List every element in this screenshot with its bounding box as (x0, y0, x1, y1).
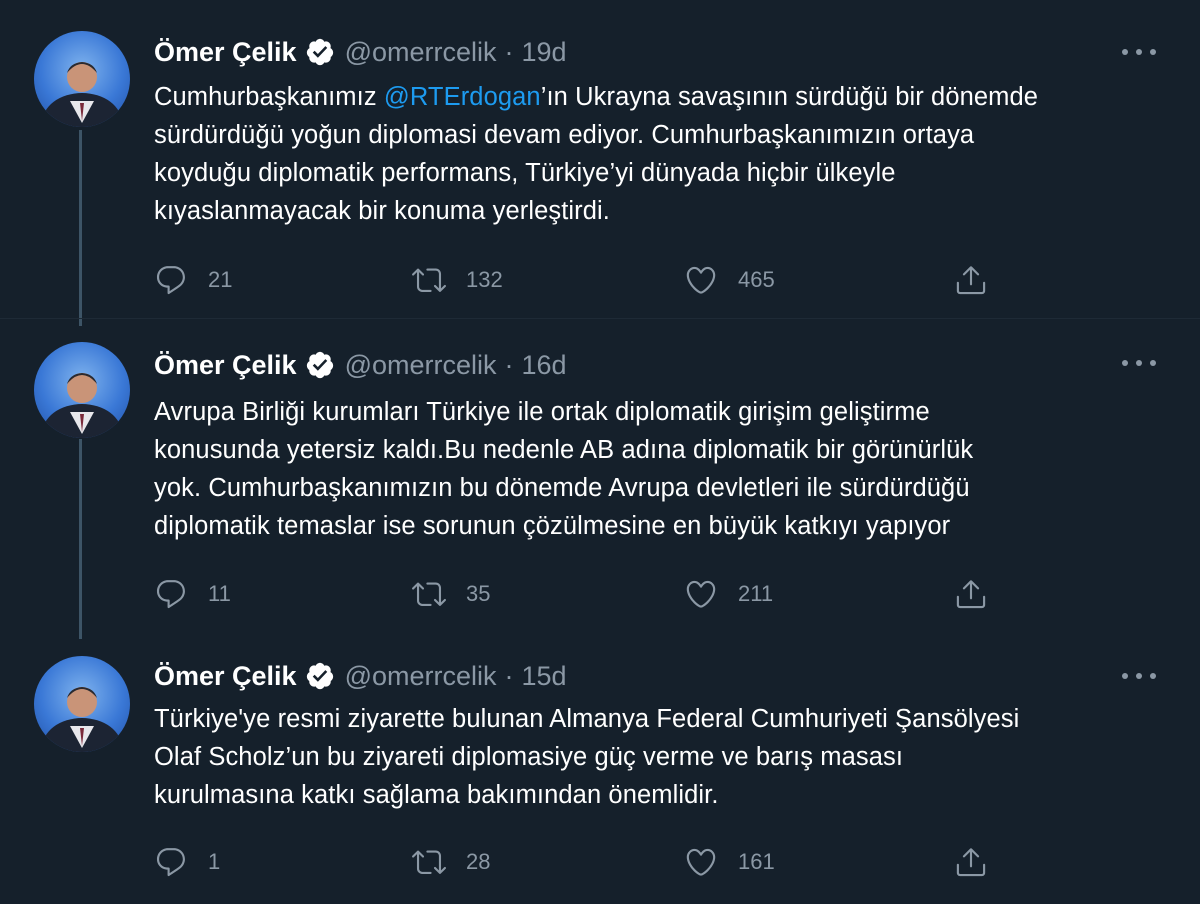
tweet-actions: 21 132 465 (154, 260, 1004, 300)
reply-button[interactable]: 11 (154, 574, 231, 614)
like-button[interactable]: 211 (684, 574, 773, 614)
retweet-count: 28 (466, 849, 491, 874)
tweet[interactable]: Ömer Çelik @omerrcelik · 16d Avrupa Birl… (0, 318, 1200, 639)
share-icon (956, 266, 986, 295)
retweet-icon (412, 850, 446, 874)
tweet-text: Türkiye'ye resmi ziyarette bulunan Alman… (154, 700, 1164, 814)
tweet-actions: 11 35 211 (154, 574, 1004, 614)
tweet-text-line: Cumhurbaşkanımız @RTErdogan’ın Ukrayna s… (154, 78, 1164, 116)
text-segment: ’ın Ukrayna savaşının sürdüğü bir dönemd… (540, 83, 1039, 111)
more-dots-icon[interactable] (1122, 42, 1156, 62)
tweet-header: Ömer Çelik @omerrcelik · 19d (154, 34, 567, 70)
avatar[interactable] (34, 342, 130, 438)
heart-icon (686, 266, 716, 294)
reply-count: 11 (208, 581, 231, 606)
tweet-text-line: diplomatik temaslar ise sorunun çözülmes… (154, 512, 951, 540)
retweet-icon (412, 268, 446, 292)
reply-icon (156, 580, 185, 609)
separator-dot: · (504, 349, 514, 380)
author-handle[interactable]: @omerrcelik (345, 661, 497, 692)
share-button[interactable] (954, 842, 988, 882)
retweet-button[interactable]: 35 (412, 574, 490, 614)
separator-dot: · (504, 36, 514, 67)
verified-badge-icon (305, 350, 335, 380)
retweet-button[interactable]: 28 (412, 842, 490, 882)
reply-button[interactable]: 1 (154, 842, 220, 882)
verified-badge-icon (305, 37, 335, 67)
tweet-text-line: koyduğu diplomatik performans, Türkiye’y… (154, 159, 896, 187)
share-icon (956, 848, 986, 877)
like-count: 161 (738, 849, 775, 874)
tweet[interactable]: Ömer Çelik @omerrcelik · 19d Cumhurbaşka… (0, 0, 1200, 326)
tweet-timestamp[interactable]: 15d (522, 661, 567, 692)
like-button[interactable]: 465 (684, 260, 775, 300)
author-name[interactable]: Ömer Çelik (154, 350, 297, 381)
tweet-timestamp[interactable]: 16d (522, 350, 567, 381)
avatar[interactable] (34, 656, 130, 752)
retweet-icon (412, 582, 446, 606)
more-dots-icon[interactable] (1122, 353, 1156, 373)
tweet-text-line: konusunda yetersiz kaldı.Bu nedenle AB a… (154, 436, 974, 464)
more-dots-icon[interactable] (1122, 666, 1156, 686)
tweet-text-line: kıyaslanmayacak bir konuma yerleştirdi. (154, 197, 610, 225)
share-icon (956, 580, 986, 609)
author-name[interactable]: Ömer Çelik (154, 37, 297, 68)
thread-connector (79, 130, 82, 326)
avatar[interactable] (34, 31, 130, 127)
tweet-text-line: Türkiye'ye resmi ziyarette bulunan Alman… (154, 705, 1020, 733)
tweet-text-line: sürdürdüğü yoğun diplomasi devam ediyor.… (154, 121, 975, 149)
reply-count: 21 (208, 267, 233, 292)
verified-badge-icon (305, 661, 335, 691)
tweet-text-line: kurulmasına katkı sağlama bakımından öne… (154, 781, 719, 809)
tweet-header: Ömer Çelik @omerrcelik · 16d (154, 347, 567, 383)
share-button[interactable] (954, 574, 988, 614)
tweet-text: Cumhurbaşkanımız @RTErdogan’ın Ukrayna s… (154, 78, 1164, 230)
like-count: 465 (738, 267, 775, 292)
mention-link[interactable]: @RTErdogan (384, 83, 541, 111)
retweet-button[interactable]: 132 (412, 260, 503, 300)
tweet-text-line: Olaf Scholz’un bu ziyareti diplomasiye g… (154, 743, 904, 771)
retweet-count: 132 (466, 267, 503, 292)
tweet-text-line: yok. Cumhurbaşkanımızın bu dönemde Avrup… (154, 474, 970, 502)
heart-icon (686, 848, 716, 876)
author-handle[interactable]: @omerrcelik (345, 37, 497, 68)
text-segment: Cumhurbaşkanımız (154, 83, 384, 111)
tweet-timestamp[interactable]: 19d (522, 37, 567, 68)
reply-icon (156, 848, 185, 877)
tweet-actions: 1 28 161 (154, 842, 1004, 882)
separator-dot: · (504, 660, 514, 691)
tweet[interactable]: Ömer Çelik @omerrcelik · 15d Türkiye'ye … (0, 628, 1200, 904)
tweet-header: Ömer Çelik @omerrcelik · 15d (154, 658, 567, 694)
like-count: 211 (738, 581, 774, 606)
reply-button[interactable]: 21 (154, 260, 232, 300)
tweet-text: Avrupa Birliği kurumları Türkiye ile ort… (154, 393, 1164, 545)
tweet-text-line: Avrupa Birliği kurumları Türkiye ile ort… (154, 398, 930, 426)
author-name[interactable]: Ömer Çelik (154, 661, 297, 692)
reply-count: 1 (208, 849, 221, 874)
retweet-count: 35 (466, 581, 491, 606)
reply-icon (156, 266, 185, 295)
thread-connector (79, 439, 82, 639)
heart-icon (686, 580, 716, 608)
like-button[interactable]: 161 (684, 842, 775, 882)
share-button[interactable] (954, 260, 988, 300)
author-handle[interactable]: @omerrcelik (345, 350, 497, 381)
